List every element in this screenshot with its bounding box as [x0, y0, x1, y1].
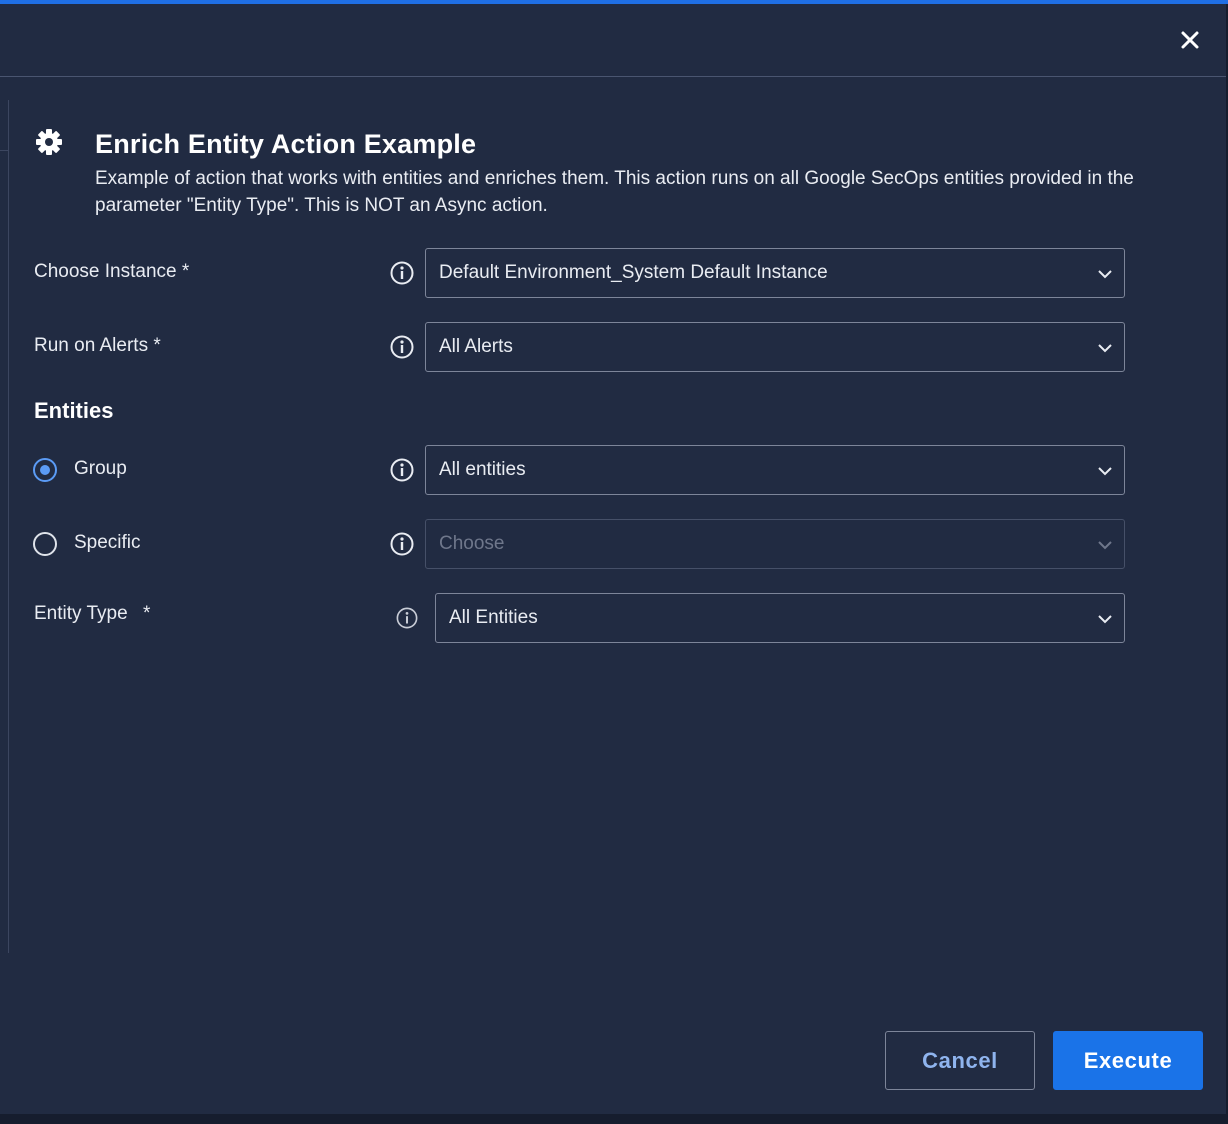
entity-type-label: Entity Type * [34, 603, 150, 625]
info-icon[interactable] [390, 458, 414, 482]
left-divider-tick [0, 150, 8, 151]
chevron-down-icon [1096, 462, 1114, 480]
entities-heading: Entities [34, 398, 114, 423]
info-icon[interactable] [390, 532, 414, 556]
execute-button[interactable]: Execute [1053, 1031, 1203, 1090]
required-marker: * [142, 603, 151, 624]
group-radio-label[interactable]: Group [74, 458, 127, 480]
dialog-title: Enrich Entity Action Example [95, 129, 477, 159]
radio-selected-dot [40, 465, 50, 475]
run-on-alerts-label: Run on Alerts * [34, 335, 161, 356]
choose-instance-label: Choose Instance * [34, 261, 190, 282]
left-divider [8, 100, 9, 953]
bottom-bar [0, 1114, 1228, 1124]
entity-type-select[interactable]: All Entities [435, 593, 1125, 643]
specific-entities-select[interactable]: Choose [425, 519, 1125, 569]
cancel-button[interactable]: Cancel [885, 1031, 1035, 1090]
specific-radio-label[interactable]: Specific [74, 532, 141, 554]
entity-type-label-text: Entity Type [34, 603, 128, 624]
close-icon [1181, 31, 1199, 49]
chevron-down-icon [1096, 265, 1114, 283]
dialog-header [0, 4, 1228, 77]
instance-select[interactable]: Default Environment_System Default Insta… [425, 248, 1125, 298]
dialog-description: Example of action that works with entiti… [95, 168, 1134, 216]
group-radio[interactable] [33, 458, 57, 482]
instance-select-value: Default Environment_System Default Insta… [439, 262, 828, 283]
chevron-down-icon [1096, 610, 1114, 628]
group-entities-value: All entities [439, 459, 526, 480]
specific-entities-placeholder: Choose [439, 533, 505, 554]
chevron-down-icon [1096, 536, 1114, 554]
entity-type-value: All Entities [449, 607, 538, 628]
info-icon[interactable] [390, 335, 414, 359]
chevron-down-icon [1096, 339, 1114, 357]
close-button[interactable] [1178, 28, 1202, 52]
info-icon[interactable] [390, 261, 414, 285]
group-entities-select[interactable]: All entities [425, 445, 1125, 495]
info-icon[interactable] [396, 607, 418, 629]
gear-icon [34, 127, 64, 157]
alerts-select[interactable]: All Alerts [425, 322, 1125, 372]
specific-radio[interactable] [33, 532, 57, 556]
alerts-select-value: All Alerts [439, 336, 513, 357]
